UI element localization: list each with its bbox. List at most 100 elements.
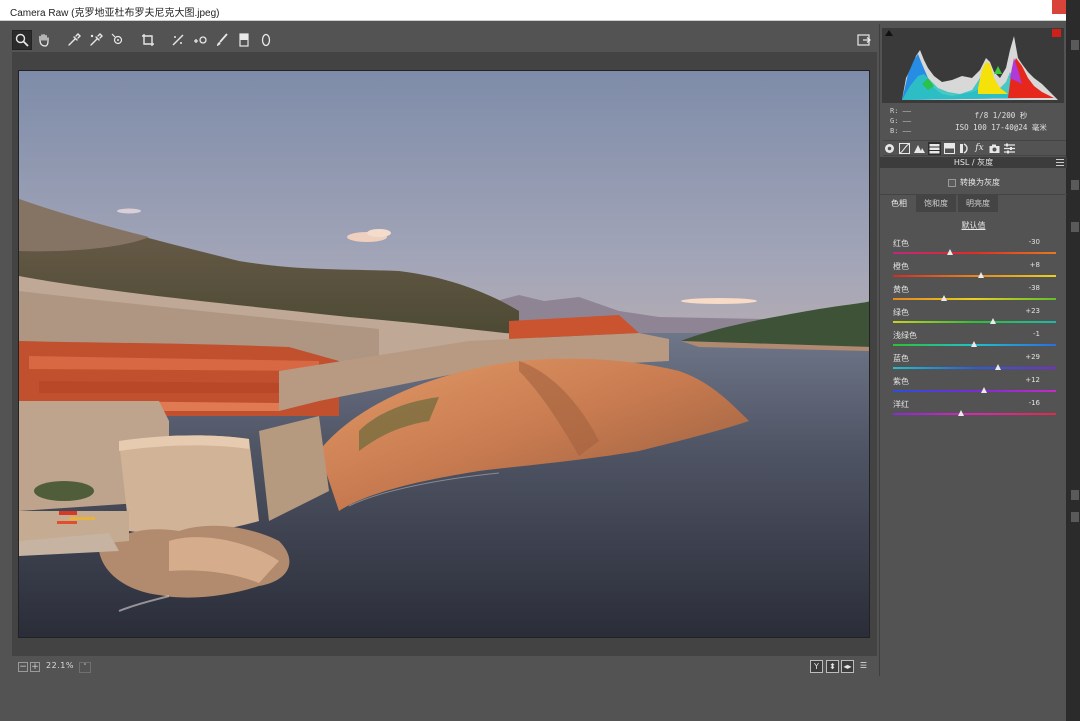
target-adjust-icon: [111, 33, 123, 45]
slider-value[interactable]: +23: [1025, 307, 1040, 315]
tab-effects[interactable]: fx: [973, 142, 986, 155]
tab-saturation[interactable]: 饱和度: [916, 195, 956, 212]
zoom-out-button[interactable]: −: [18, 662, 28, 672]
section-title: HSL / 灰度: [953, 158, 994, 167]
color-sampler-tool[interactable]: [86, 30, 106, 50]
zoom-tool[interactable]: [12, 30, 32, 50]
export-icon: [857, 34, 871, 46]
slider-value[interactable]: +8: [1030, 261, 1040, 269]
slider-yellow[interactable]: 黄色 -38: [893, 284, 1056, 306]
split-tone-icon: [944, 142, 955, 154]
rgb-values: R: —— G: —— B: ——: [890, 106, 911, 136]
exposure-info: f/8 1/200 秒: [974, 111, 1028, 120]
b-value: B: ——: [890, 127, 912, 135]
slider-thumb[interactable]: [970, 341, 977, 347]
copy-settings-button[interactable]: ◂▸: [841, 660, 854, 673]
convert-grayscale-checkbox[interactable]: 转换为灰度: [948, 177, 1000, 188]
brush-icon: [217, 33, 228, 46]
checkbox-box[interactable]: [948, 178, 956, 187]
fx-icon: fx: [975, 143, 984, 153]
tab-split-toning[interactable]: [943, 142, 956, 155]
slider-aqua[interactable]: 浅绿色 -1: [893, 330, 1056, 352]
right-panel: R: —— G: —— B: —— f/8 1/200 秒 ISO 100 17…: [879, 24, 1067, 676]
slider-thumb[interactable]: [978, 272, 985, 278]
slider-blue[interactable]: 蓝色 +29: [893, 353, 1056, 375]
adjustment-brush-tool[interactable]: [212, 30, 232, 50]
tab-detail[interactable]: [913, 142, 926, 155]
hand-tool[interactable]: [34, 30, 54, 50]
slider-label: 洋红: [893, 400, 909, 409]
radial-filter-tool[interactable]: [256, 30, 276, 50]
zoom-dropdown[interactable]: ˅: [79, 662, 91, 673]
panel-tabs: fx: [883, 140, 1066, 156]
lens-icon: [960, 142, 968, 154]
slider-red[interactable]: 红色 -30: [893, 238, 1056, 260]
slider-value[interactable]: +12: [1025, 376, 1040, 384]
slider-value[interactable]: +29: [1025, 353, 1040, 361]
swap-settings-button[interactable]: ⬍: [826, 660, 839, 673]
slider-thumb[interactable]: [940, 295, 947, 301]
panel-menu-icon[interactable]: [1056, 159, 1064, 166]
slider-value[interactable]: -30: [1029, 238, 1040, 246]
slider-orange[interactable]: 橙色 +8: [893, 261, 1056, 283]
slider-track[interactable]: [893, 252, 1056, 254]
graduated-filter-tool[interactable]: [234, 30, 254, 50]
slider-track[interactable]: [893, 390, 1056, 392]
tool-bar: [12, 29, 278, 51]
slider-value[interactable]: -1: [1033, 330, 1040, 338]
gradient-icon: [239, 33, 249, 47]
tab-lens[interactable]: [958, 142, 971, 155]
slider-label: 浅绿色: [893, 331, 917, 340]
slider-purple[interactable]: 紫色 +12: [893, 376, 1056, 398]
slider-track[interactable]: [893, 298, 1056, 300]
tab-luminance[interactable]: 明亮度: [958, 195, 998, 212]
slider-thumb[interactable]: [958, 410, 965, 416]
straighten-tool[interactable]: [168, 30, 188, 50]
tab-basic[interactable]: [883, 142, 896, 155]
close-button[interactable]: [1052, 0, 1066, 14]
slider-magenta[interactable]: 洋红 -16: [893, 399, 1056, 421]
shadow-clipping-warning-icon[interactable]: [885, 30, 893, 36]
preview-preferences-button[interactable]: ☰: [857, 660, 870, 673]
section-header: HSL / 灰度: [880, 157, 1067, 168]
straighten-icon: [172, 34, 184, 46]
iso-lens-info: ISO 100 17-40@24 毫米: [955, 123, 1047, 132]
hand-icon: [39, 34, 49, 47]
slider-thumb[interactable]: [981, 387, 988, 393]
zoom-level: 22.1%: [46, 661, 74, 670]
magnifier-icon: [15, 33, 29, 47]
highlight-clipping-warning-icon[interactable]: [1052, 29, 1061, 37]
tab-camera-calibration[interactable]: [988, 142, 1001, 155]
slider-track[interactable]: [893, 367, 1056, 369]
spot-removal-tool[interactable]: [190, 30, 210, 50]
curve-icon: [899, 142, 910, 154]
slider-thumb[interactable]: [995, 364, 1002, 370]
image-canvas: [12, 52, 877, 656]
crop-tool[interactable]: [138, 30, 158, 50]
slider-value[interactable]: -16: [1029, 399, 1040, 407]
mountain-icon: [914, 144, 925, 153]
slider-thumb[interactable]: [947, 249, 954, 255]
tab-hue[interactable]: 色相: [884, 195, 914, 212]
tab-hsl[interactable]: [928, 141, 941, 155]
toggle-fullscreen-button[interactable]: [855, 31, 873, 49]
slider-thumb[interactable]: [990, 318, 997, 324]
white-balance-tool[interactable]: [64, 30, 84, 50]
slider-label: 黄色: [893, 285, 909, 294]
photo-preview[interactable]: [18, 70, 870, 638]
slider-label: 橙色: [893, 262, 909, 271]
tab-presets[interactable]: [1003, 142, 1016, 155]
slider-label: 绿色: [893, 308, 909, 317]
zoom-in-button[interactable]: +: [30, 662, 40, 672]
tab-tone-curve[interactable]: [898, 142, 911, 155]
slider-track[interactable]: [893, 275, 1056, 277]
slider-track[interactable]: [893, 413, 1056, 415]
defaults-link-wrap: 默认值: [880, 220, 1067, 231]
slider-track[interactable]: [893, 321, 1056, 323]
slider-green[interactable]: 绿色 +23: [893, 307, 1056, 329]
targeted-adjustment-tool[interactable]: [108, 30, 128, 50]
before-after-view-button[interactable]: Y: [810, 660, 823, 673]
slider-value[interactable]: -38: [1029, 284, 1040, 292]
exif-info: f/8 1/200 秒 ISO 100 17-40@24 毫米: [940, 110, 1062, 134]
defaults-link[interactable]: 默认值: [962, 221, 986, 230]
